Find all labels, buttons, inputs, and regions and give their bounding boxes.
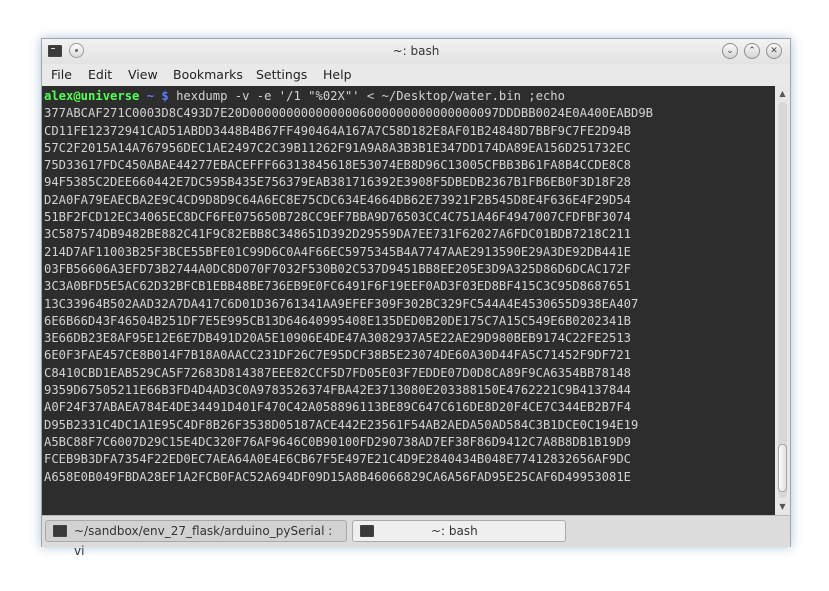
terminal-tab-icon — [53, 525, 67, 537]
prompt-path: ~ $ — [139, 89, 177, 103]
command-line: alex@universe ~ $ hexdump -v -e '/1 "%02… — [44, 88, 775, 105]
output-line: 57C2F2015A14A767956DEC1AE2497C2C39B11262… — [44, 140, 631, 155]
output-line: 94F5385C2DEE660442E7DC595B435E756379EAB3… — [44, 175, 631, 190]
output-line: 3C3A0BFD5E5AC62D32BFCB1EBB48BE736EB9E0FC… — [44, 279, 631, 294]
output-line: 6E0F3FAE457CE8B014F7B18A0AACC231DF26C7E9… — [44, 348, 631, 363]
output-line: 214D7AF11003B25F3BCE55BFE01C99D6C0A4F66E… — [44, 244, 631, 259]
menu-edit[interactable]: Edit — [88, 67, 112, 82]
tab-bar: ~/sandbox/env_27_flask/arduino_pySerial … — [42, 515, 790, 558]
tab-vi-session[interactable]: ~/sandbox/env_27_flask/arduino_pySerial … — [45, 520, 347, 558]
prompt-user: alex@universe — [44, 89, 140, 103]
output-line: CD11FE12372941CAD51ABDD3448B4B67FF490464… — [44, 123, 631, 138]
output-line: D95B2331C4DC1A1E95C4DF8B26F3538D05187ACE… — [44, 417, 639, 432]
output-line: D2A0FA79EAECBA2E9C4CD9D8D9C64A6EC8E75CDC… — [44, 192, 631, 207]
output-line: A658E0B049FBDA28EF1A2FCB0FAC52A694DF09D1… — [44, 469, 631, 484]
output-line: 51BF2FCD12EC34065EC8DCF6FE075650B728CC9E… — [44, 210, 631, 225]
output-line: 6E6B66D43F46504B251DF7E5E995CB13D6464099… — [44, 313, 631, 328]
close-button[interactable]: ✕ — [766, 43, 782, 59]
vertical-scrollbar[interactable]: ▲ ▼ — [775, 86, 790, 515]
scroll-up-icon[interactable]: ▲ — [775, 87, 790, 101]
scroll-thumb[interactable] — [778, 444, 787, 492]
menu-view[interactable]: View — [128, 67, 158, 82]
maximize-button[interactable]: ⌃ — [744, 43, 760, 59]
output-line: 75D33617FDC450ABAE44277EBACEFFF663138456… — [44, 158, 631, 173]
menu-file[interactable]: File — [51, 67, 72, 82]
output-line: FCEB9B3DFA7354F22ED0EC7AEA64A0E4E6CB67F5… — [44, 452, 631, 467]
scroll-track[interactable] — [778, 102, 787, 498]
scroll-down-icon[interactable]: ▼ — [775, 500, 790, 514]
terminal-tab-icon — [360, 525, 374, 537]
output-line: A5BC88F7C6007D29C15E4DC320F76AF9646C0B90… — [44, 434, 631, 449]
output-line: 377ABCAF271C0003D8C493D7E20D000000000000… — [44, 106, 654, 121]
output-line: 3E66DB23E8AF95E12E6E7DB491D20A5E10906E4D… — [44, 331, 631, 346]
command-text: hexdump -v -e '/1 "%02X"' < ~/Desktop/wa… — [176, 89, 565, 103]
tab-label: ~/sandbox/env_27_flask/arduino_pySerial … — [74, 524, 333, 558]
window-title: ~: bash — [392, 44, 440, 58]
output-line: 03FB56606A3EFD73B2744A0DC8D070F7032F530B… — [44, 261, 631, 276]
output-line: A0F24F37ABAEA784E4DE34491D401F470C42A058… — [44, 400, 631, 415]
terminal-window: ~: bash ⌄ ⌃ ✕ File Edit View Bookmarks S… — [41, 38, 791, 558]
output-line: 3C587574DB9482BE882C41F9C82EBB8C348651D3… — [44, 227, 631, 242]
menu-help[interactable]: Help — [323, 67, 352, 82]
output-line: 13C33964B502AAD32A7DA417C6D01D36761341AA… — [44, 296, 639, 311]
tab-bash[interactable]: ~: bash — [352, 520, 566, 542]
title-bar[interactable]: ~: bash ⌄ ⌃ ✕ — [42, 39, 790, 64]
terminal-output[interactable]: alex@universe ~ $ hexdump -v -e '/1 "%02… — [42, 86, 775, 515]
output-line: 9359D67505211E66B3FD4D4AD3C0A9783526374F… — [44, 383, 631, 398]
menu-bar: File Edit View Bookmarks Settings Help — [42, 64, 790, 86]
tab-label: ~: bash — [431, 524, 478, 538]
menu-settings[interactable]: Settings — [256, 67, 307, 82]
minimize-button[interactable]: ⌄ — [722, 43, 738, 59]
output-line: C8410CBD1EAB529CA5F72683D814387EEE82CCF5… — [44, 365, 631, 380]
menu-bookmarks[interactable]: Bookmarks — [173, 67, 243, 82]
